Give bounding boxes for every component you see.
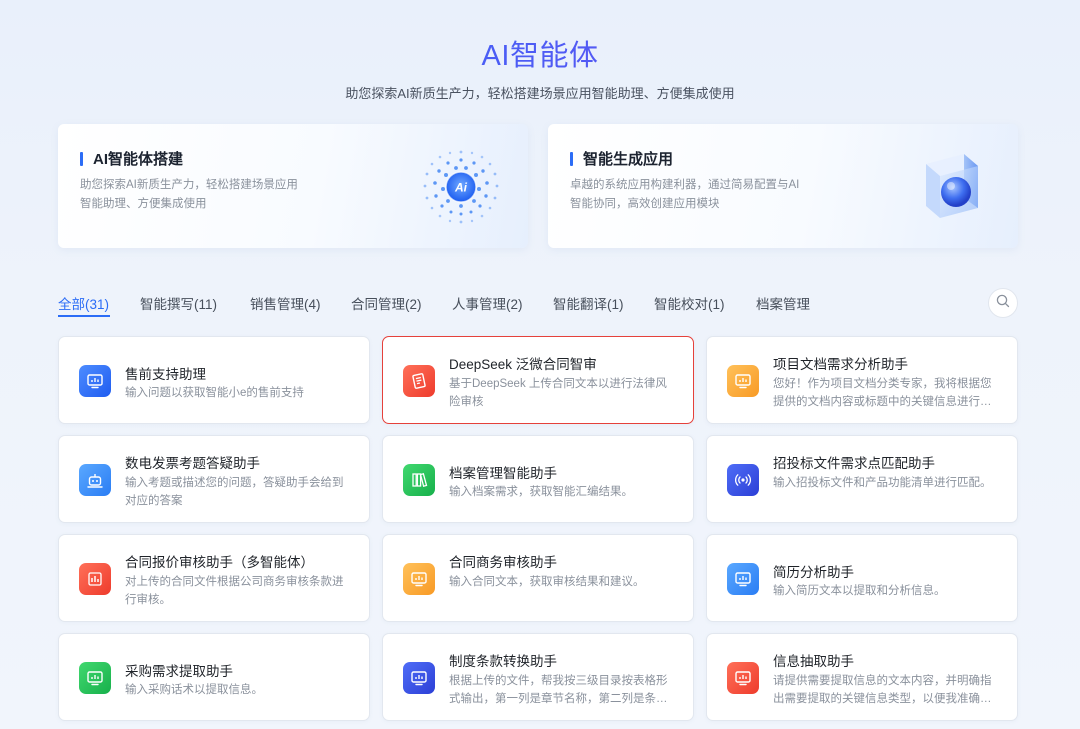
card-desc: 输入问题以获取智能小e的售前支持 — [125, 387, 304, 399]
agent-card[interactable]: 合同报价审核助手（多智能体） 对上传的合同文件根据公司商务审核条款进行审核。 — [58, 534, 370, 622]
agent-card[interactable]: 招投标文件需求点匹配助手 输入招投标文件和产品功能清单进行匹配。 — [706, 435, 1018, 523]
monitor-chart-icon — [79, 662, 111, 694]
page-title: AI智能体 — [0, 36, 1080, 76]
agent-card[interactable]: 制度条款转换助手 根据上传的文件，帮我按三级目录按表格形式输出，第一列是章节名称… — [382, 633, 694, 721]
robot-icon — [79, 464, 111, 496]
card-desc: 输入考题或描述您的问题，答疑助手会给到对应的答案 — [125, 477, 344, 507]
card-title: 采购需求提取助手 — [125, 664, 233, 679]
page-header: AI智能体 助您探索AI新质生产力，轻松搭建场景应用智能助理、方便集成使用 — [0, 0, 1080, 102]
banner-title: AI智能体搭建 — [93, 151, 184, 168]
card-title: 项目文档需求分析助手 — [773, 357, 908, 372]
tab-sales[interactable]: 销售管理(4) — [250, 293, 321, 313]
archive-icon — [403, 464, 435, 496]
card-title: DeepSeek 泛微合同智审 — [449, 357, 597, 372]
tab-translation[interactable]: 智能翻译(1) — [553, 293, 624, 313]
agent-card[interactable]: 档案管理智能助手 输入档案需求，获取智能汇编结果。 — [382, 435, 694, 523]
tab-smart-writing[interactable]: 智能撰写(11) — [140, 293, 217, 313]
tab-archive[interactable]: 档案管理 — [756, 293, 810, 313]
agent-card-selected[interactable]: DeepSeek 泛微合同智审 基于DeepSeek 上传合同文本以进行法律风险… — [382, 336, 694, 424]
card-desc: 对上传的合同文件根据公司商务审核条款进行审核。 — [125, 576, 344, 606]
card-desc: 输入采购话术以提取信息。 — [125, 684, 263, 696]
agent-card[interactable]: 信息抽取助手 请提供需要提取信息的文本内容，并明确指出需要提取的关键信息类型，以… — [706, 633, 1018, 721]
search-button[interactable] — [988, 288, 1018, 318]
agent-card[interactable]: 采购需求提取助手 输入采购话术以提取信息。 — [58, 633, 370, 721]
tab-proofreading[interactable]: 智能校对(1) — [654, 293, 725, 313]
monitor-chart-icon — [403, 662, 435, 694]
card-title: 数电发票考题答疑助手 — [125, 456, 260, 471]
agent-card[interactable]: 合同商务审核助手 输入合同文本，获取审核结果和建议。 — [382, 534, 694, 622]
card-title: 信息抽取助手 — [773, 654, 854, 669]
banner-head: 智能生成应用 — [570, 148, 673, 169]
banner-agent-build[interactable]: AI智能体搭建 助您探索AI新质生产力，轻松搭建场景应用 智能助理、方便集成使用 — [58, 124, 528, 248]
agent-card[interactable]: 数电发票考题答疑助手 输入考题或描述您的问题，答疑助手会给到对应的答案 — [58, 435, 370, 523]
card-desc: 输入档案需求，获取智能汇编结果。 — [449, 486, 633, 498]
agent-card[interactable]: 售前支持助理 输入问题以获取智能小e的售前支持 — [58, 336, 370, 424]
monitor-chart-icon — [727, 365, 759, 397]
banner-desc: 卓越的系统应用构建利器，通过简易配置与AI智能协同，高效创建应用模块 — [570, 179, 800, 210]
banner-head: AI智能体搭建 — [80, 148, 183, 169]
accent-bar — [570, 151, 573, 166]
card-desc: 输入合同文本，获取审核结果和建议。 — [449, 576, 645, 588]
tab-hr[interactable]: 人事管理(2) — [452, 293, 523, 313]
banner-title: 智能生成应用 — [583, 151, 674, 168]
bar-chart-icon — [79, 563, 111, 595]
card-desc: 请提供需要提取信息的文本内容，并明确指出需要提取的关键信息类型，以便我准确抽取 — [773, 675, 992, 705]
card-desc: 基于DeepSeek 上传合同文本以进行法律风险审核 — [449, 378, 667, 408]
card-title: 合同商务审核助手 — [449, 555, 557, 570]
card-title: 合同报价审核助手（多智能体） — [125, 555, 314, 570]
card-title: 招投标文件需求点匹配助手 — [773, 456, 935, 471]
search-icon — [996, 294, 1010, 313]
ai-orb-illustration: Ai — [416, 142, 506, 232]
card-desc: 输入简历文本以提取和分析信息。 — [773, 585, 946, 597]
agent-card[interactable]: 项目文档需求分析助手 您好！作为项目文档分类专家，我将根据您提供的文档内容或标题… — [706, 336, 1018, 424]
monitor-chart-icon — [403, 563, 435, 595]
tab-all[interactable]: 全部(31) — [58, 293, 109, 313]
accent-bar — [80, 151, 83, 166]
card-title: 售前支持助理 — [125, 367, 206, 382]
monitor-chart-icon — [727, 662, 759, 694]
card-title: 制度条款转换助手 — [449, 654, 557, 669]
monitor-chart-icon — [727, 563, 759, 595]
feature-banners: AI智能体搭建 助您探索AI新质生产力，轻松搭建场景应用 智能助理、方便集成使用 — [58, 124, 1018, 248]
card-desc: 您好！作为项目文档分类专家，我将根据您提供的文档内容或标题中的关键信息进行分类 — [773, 378, 992, 408]
card-desc: 根据上传的文件，帮我按三级目录按表格形式输出，第一列是章节名称，第二列是条款内容 — [449, 675, 668, 705]
active-tab-indicator — [58, 315, 110, 317]
card-title: 档案管理智能助手 — [449, 466, 557, 481]
contract-icon — [403, 365, 435, 397]
tab-contract[interactable]: 合同管理(2) — [351, 293, 422, 313]
card-title: 简历分析助手 — [773, 565, 854, 580]
broadcast-icon — [727, 464, 759, 496]
glass-cube-illustration — [906, 142, 996, 232]
monitor-chart-icon — [79, 365, 111, 397]
banner-app-generate[interactable]: 智能生成应用 卓越的系统应用构建利器，通过简易配置与AI智能协同，高效创建应用模… — [548, 124, 1018, 248]
ai-logo-text: Ai — [454, 181, 468, 195]
agent-card[interactable]: 简历分析助手 输入简历文本以提取和分析信息。 — [706, 534, 1018, 622]
banner-desc: 助您探索AI新质生产力，轻松搭建场景应用 智能助理、方便集成使用 — [80, 179, 298, 210]
category-tabs: 全部(31) 智能撰写(11) 销售管理(4) 合同管理(2) 人事管理(2) … — [58, 288, 1018, 318]
card-desc: 输入招投标文件和产品功能清单进行匹配。 — [773, 477, 992, 489]
page-subtitle: 助您探索AI新质生产力，轻松搭建场景应用智能助理、方便集成使用 — [345, 86, 735, 101]
